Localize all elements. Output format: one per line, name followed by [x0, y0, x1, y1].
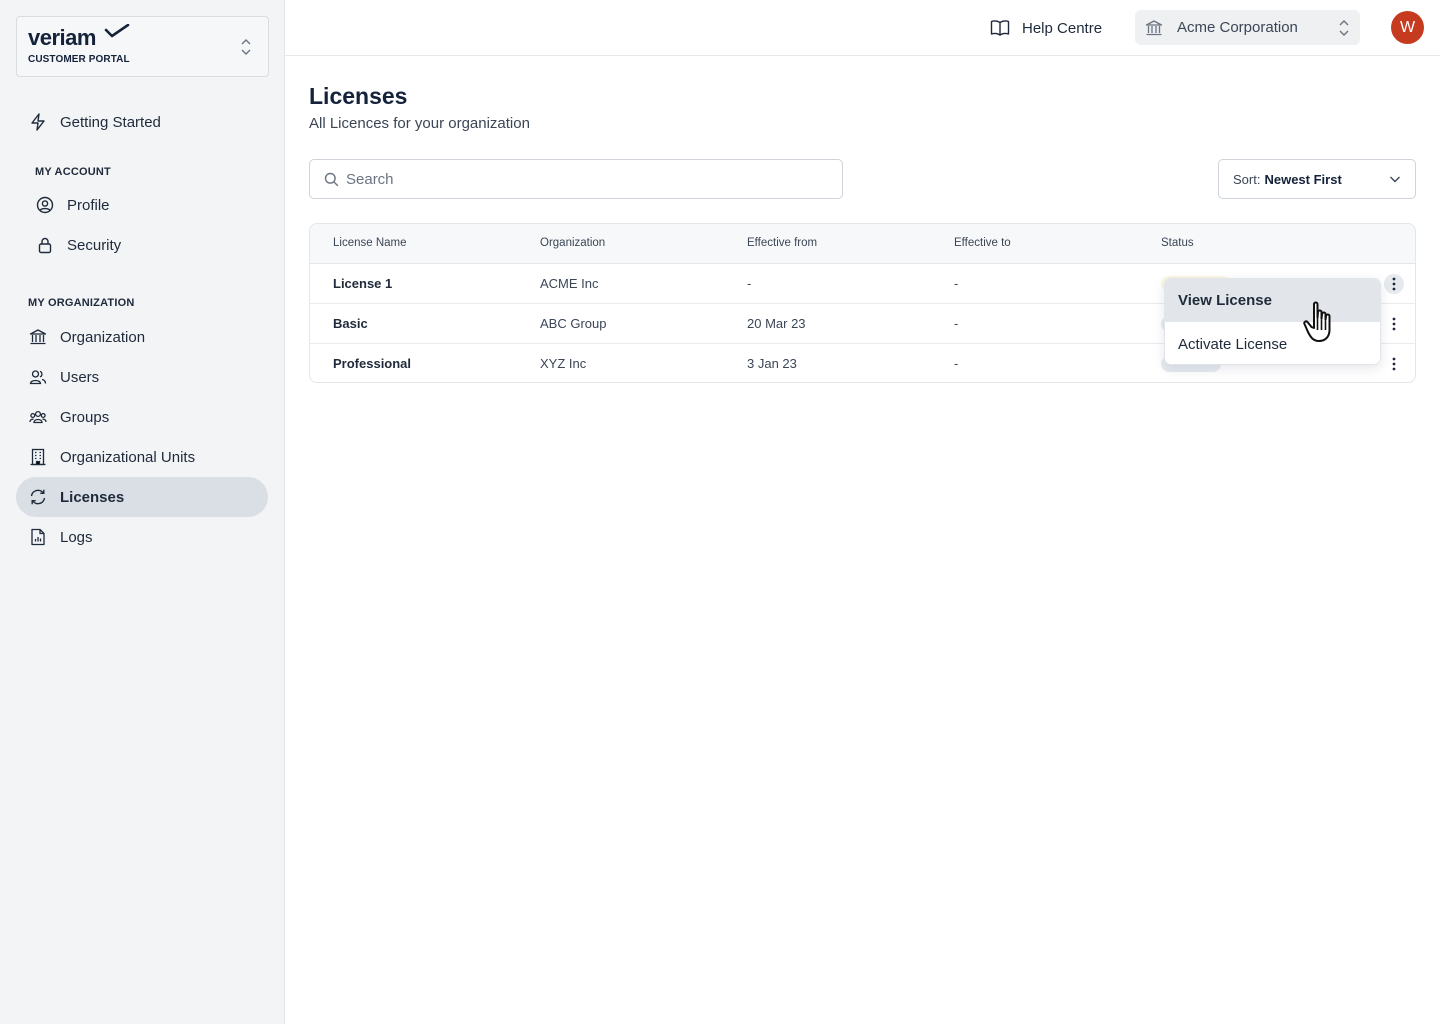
refresh-icon [28, 487, 48, 507]
column-header-organization[interactable]: Organization [540, 237, 605, 249]
hand-pointer-cursor-icon [1303, 301, 1331, 342]
brand-subtitle: CUSTOMER PORTAL [28, 54, 130, 65]
user-circle-icon [35, 195, 55, 215]
license-effective-from: 20 Mar 23 [747, 316, 806, 331]
chevron-down-icon [1390, 176, 1400, 183]
brand-switcher[interactable]: veriam CUSTOMER PORTAL [16, 16, 269, 77]
row-actions-menu: View License Activate License [1164, 278, 1381, 365]
license-name: Professional [333, 356, 412, 371]
sidebar-item-label: Groups [60, 408, 110, 426]
column-header-effective-from[interactable]: Effective from [747, 237, 817, 249]
license-name: Basic [333, 316, 368, 331]
license-name: License 1 [333, 276, 393, 291]
organization-switcher[interactable]: Acme Corporation [1135, 10, 1360, 45]
kebab-menu-icon [1392, 277, 1396, 291]
menu-item-view-license[interactable]: View License [1165, 279, 1380, 322]
bank-icon [1145, 19, 1163, 37]
row-actions-button[interactable] [1384, 314, 1404, 334]
license-effective-from: - [747, 276, 752, 291]
brand-logo-text: veriam [28, 25, 96, 50]
column-header-status[interactable]: Status [1161, 237, 1194, 249]
sidebar-item-getting-started[interactable]: Getting Started [16, 102, 268, 142]
sort-value: Newest First [1264, 171, 1342, 187]
license-organization: ABC Group [540, 316, 607, 331]
help-centre-label: Help Centre [1022, 19, 1103, 37]
brand-check-icon [104, 24, 130, 38]
book-open-icon [990, 20, 1010, 36]
sidebar-item-label: Organizational Units [60, 448, 196, 466]
sidebar-item-label: Users [60, 368, 100, 386]
sidebar-item-label: Licenses [60, 488, 125, 506]
table-header: License Name Organization Effective from… [310, 224, 1415, 264]
license-organization: XYZ Inc [540, 356, 587, 371]
section-label-my-organization: MY ORGANIZATION [28, 297, 135, 309]
search-box[interactable] [309, 159, 843, 199]
page-subtitle: All Licences for your organization [309, 115, 530, 132]
building-icon [28, 447, 48, 467]
bank-icon [28, 327, 48, 347]
help-centre-link[interactable]: Help Centre [990, 16, 1102, 40]
sidebar-item-label: Organization [60, 328, 146, 346]
sort-dropdown[interactable]: Sort: Newest First [1218, 159, 1416, 199]
sidebar-item-profile[interactable]: Profile [16, 185, 268, 225]
license-organization: ACME Inc [540, 276, 599, 291]
users-icon [28, 367, 48, 387]
sidebar-item-users[interactable]: Users [16, 357, 268, 397]
lock-icon [35, 235, 55, 255]
chevron-up-down-icon [1339, 20, 1349, 36]
menu-item-activate-license[interactable]: Activate License [1165, 323, 1380, 364]
kebab-menu-icon [1392, 357, 1396, 371]
top-bar: Help Centre Acme Corporation W [285, 0, 1440, 56]
document-chart-icon [28, 527, 48, 547]
avatar[interactable]: W [1391, 11, 1424, 44]
column-header-effective-to[interactable]: Effective to [954, 237, 1011, 249]
row-actions-button[interactable] [1384, 354, 1404, 374]
sidebar-item-label: Security [67, 236, 122, 254]
page-title: Licenses [309, 83, 408, 109]
column-header-license-name[interactable]: License Name [333, 237, 407, 249]
sidebar-item-security[interactable]: Security [16, 225, 268, 265]
lightning-icon [28, 112, 48, 132]
sidebar-item-organization[interactable]: Organization [16, 317, 268, 357]
group-icon [28, 407, 48, 427]
search-icon [324, 172, 339, 186]
license-effective-to: - [954, 356, 959, 371]
row-actions-button[interactable] [1384, 274, 1404, 294]
license-effective-from: 3 Jan 23 [747, 356, 797, 371]
license-effective-to: - [954, 316, 959, 331]
search-input[interactable] [346, 170, 826, 188]
sidebar: veriam CUSTOMER PORTAL Getting Started M… [0, 0, 285, 1024]
organization-name: Acme Corporation [1177, 19, 1298, 36]
sidebar-item-label: Getting Started [60, 113, 161, 131]
sidebar-item-licenses[interactable]: Licenses [16, 477, 268, 517]
chevron-up-down-icon [241, 39, 251, 55]
sidebar-item-label: Profile [67, 196, 110, 214]
sort-prefix: Sort: [1233, 171, 1261, 187]
license-effective-to: - [954, 276, 959, 291]
section-label-my-account: MY ACCOUNT [35, 166, 111, 178]
sidebar-item-label: Logs [60, 528, 93, 546]
sidebar-item-logs[interactable]: Logs [16, 517, 268, 557]
sidebar-item-organizational-units[interactable]: Organizational Units [16, 437, 268, 477]
sidebar-item-groups[interactable]: Groups [16, 397, 268, 437]
kebab-menu-icon [1392, 317, 1396, 331]
